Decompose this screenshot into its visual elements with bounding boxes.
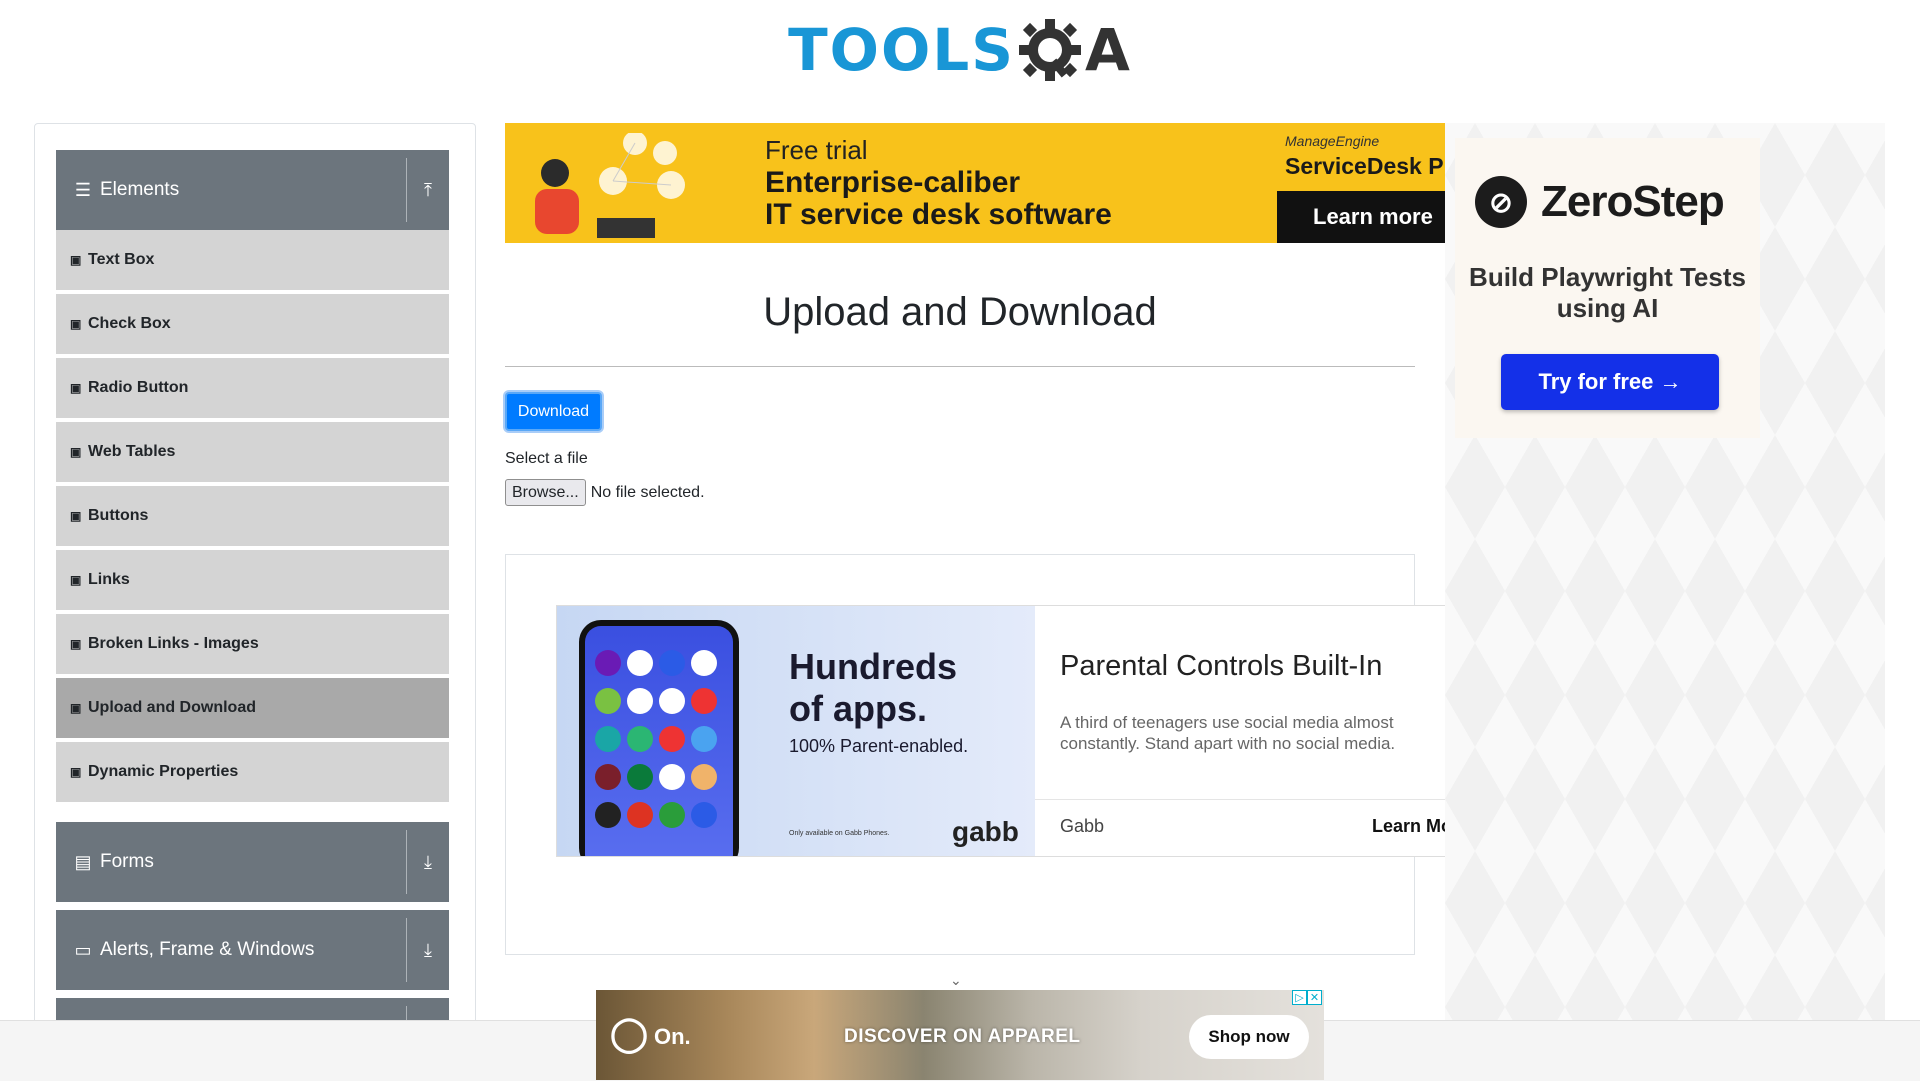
menu-item-text-box[interactable]: ▣ Text Box (56, 230, 449, 292)
window-icon: ▭ (74, 939, 92, 960)
item-icon: ▣ (70, 253, 82, 267)
ad-headline[interactable]: Parental Controls Built-In (1060, 650, 1382, 683)
select-file-label: Select a file (505, 450, 588, 467)
item-icon: ▣ (70, 573, 82, 587)
left-sidebar: ☰ Elements ⤒ ▣ Text Box ▣ Check Box ▣ Ra… (34, 123, 476, 1025)
zerostep-name: ZeroStep (1541, 177, 1725, 226)
ad-image: Hundreds of apps. 100% Parent-enabled. O… (557, 606, 1035, 856)
group-alerts-frame-windows[interactable]: ▭ Alerts, Frame & Windows ⤓ (56, 910, 449, 990)
learn-more-button[interactable]: Learn more (1277, 191, 1445, 243)
divider (406, 830, 407, 894)
item-icon: ▣ (70, 701, 82, 715)
menu-item-label: Links (88, 571, 130, 588)
logo-tools-text: TOOLS (788, 16, 1015, 84)
menu-item-label: Upload and Download (88, 699, 256, 716)
item-icon: ▣ (70, 381, 82, 395)
menu-item-radio-button[interactable]: ▣ Radio Button (56, 358, 449, 420)
upload-arrow-icon[interactable]: ⤒ (407, 180, 449, 201)
try-for-free-button[interactable]: Try for free → (1501, 354, 1719, 410)
site-header: TOOLS A (0, 0, 1920, 100)
menu-item-links[interactable]: ▣ Links (56, 550, 449, 612)
item-icon: ▣ (70, 317, 82, 331)
ad-headline-line2: IT service desk software (765, 198, 1112, 231)
zerostep-logo: ⊘ ZeroStep (1475, 176, 1725, 228)
free-trial-text: Free trial (765, 135, 868, 165)
top-banner-ad[interactable]: Free trial Enterprise-caliber IT service… (505, 123, 1445, 243)
menu-item-label: Web Tables (88, 443, 176, 460)
menu-item-label: Buttons (88, 507, 149, 524)
logo-a-letter: A (1085, 16, 1132, 84)
group-elements[interactable]: ☰ Elements ⤒ (56, 150, 449, 230)
zerostep-ad[interactable]: ⊘ ZeroStep Build Playwright Tests using … (1455, 138, 1760, 438)
ad-headline: Enterprise-caliber IT service desk softw… (765, 167, 1112, 231)
chevron-down-icon[interactable]: ⌄ (950, 972, 962, 989)
item-icon: ▣ (70, 637, 82, 651)
item-icon: ▣ (70, 765, 82, 779)
menu-item-upload-download[interactable]: ▣ Upload and Download (56, 678, 449, 740)
ad-description: A third of teenagers use social media al… (1060, 713, 1396, 753)
menu-item-web-tables[interactable]: ▣ Web Tables (56, 422, 449, 484)
ad-advertiser: Gabb (1060, 816, 1105, 836)
ad-text: DISCOVER ON APPAREL (844, 1026, 1081, 1047)
divider (1035, 799, 1447, 800)
ad-fine-print: Only available on Gabb Phones. (789, 830, 890, 837)
menu-item-broken-links[interactable]: ▣ Broken Links - Images (56, 614, 449, 676)
file-status-text: No file selected. (590, 483, 705, 501)
on-logo-text: On. (654, 1024, 691, 1049)
file-input[interactable]: Browse... No file selected. (505, 479, 705, 506)
browse-button[interactable]: Browse... (505, 479, 586, 506)
menu-item-label: Text Box (88, 251, 155, 268)
divider (406, 158, 407, 222)
menu-item-label: Check Box (88, 315, 171, 332)
group-label: Forms (100, 851, 154, 872)
group-label: Alerts, Frame & Windows (100, 939, 315, 960)
ad-image-subline: 100% Parent-enabled. (789, 736, 969, 756)
gabb-ad[interactable]: Hundreds of apps. 100% Parent-enabled. O… (556, 605, 1448, 857)
adchoices[interactable]: ▷ ✕ (1292, 990, 1322, 1005)
logo-qa-text: A (1015, 15, 1132, 85)
toolsqa-logo[interactable]: TOOLS A (788, 15, 1132, 85)
group-label: Elements (100, 179, 180, 200)
ad-headline-line1: Enterprise-caliber (765, 166, 1021, 199)
ad-image-headline: Hundreds of apps. (789, 646, 958, 729)
download-button[interactable]: Download (505, 392, 602, 431)
hamburger-icon: ☰ (74, 179, 92, 200)
learn-more-link[interactable]: Learn Mo (1372, 816, 1447, 837)
phone-screen (585, 626, 733, 856)
shop-now-button[interactable]: Shop now (1189, 1015, 1309, 1059)
menu-item-label: Dynamic Properties (88, 763, 239, 780)
page-title: Upload and Download (763, 290, 1157, 334)
zerostep-tagline: Build Playwright Tests using AI (1469, 262, 1746, 323)
ad-product: ServiceDesk Plu (1285, 153, 1445, 179)
divider (406, 918, 407, 982)
zerostep-icon: ⊘ (1475, 176, 1527, 228)
menu-item-check-box[interactable]: ▣ Check Box (56, 294, 449, 356)
on-apparel-ad[interactable]: ◯ On. DISCOVER ON APPAREL Shop now ▷ ✕ (596, 990, 1324, 1080)
download-arrow-icon[interactable]: ⤓ (407, 852, 449, 873)
gear-icon (1019, 19, 1081, 81)
menu-item-label: Radio Button (88, 379, 189, 396)
ad-brand: ManageEngine (1285, 133, 1380, 149)
download-arrow-icon[interactable]: ⤓ (407, 940, 449, 961)
close-icon[interactable]: ✕ (1307, 990, 1322, 1005)
phone-image (579, 620, 739, 856)
title-divider (505, 366, 1415, 367)
support-person-illustration (535, 133, 685, 238)
document-icon: ▤ (74, 851, 92, 872)
item-icon: ▣ (70, 509, 82, 523)
adchoices-icon[interactable]: ▷ (1292, 990, 1307, 1005)
on-logo-icon: ◯ (610, 1015, 649, 1053)
menu-item-buttons[interactable]: ▣ Buttons (56, 486, 449, 548)
menu-item-dynamic-properties[interactable]: ▣ Dynamic Properties (56, 742, 449, 804)
item-icon: ▣ (70, 445, 82, 459)
group-forms[interactable]: ▤ Forms ⤓ (56, 822, 449, 902)
gabb-logo: gabb (952, 816, 1019, 847)
menu-item-label: Broken Links - Images (88, 635, 259, 652)
